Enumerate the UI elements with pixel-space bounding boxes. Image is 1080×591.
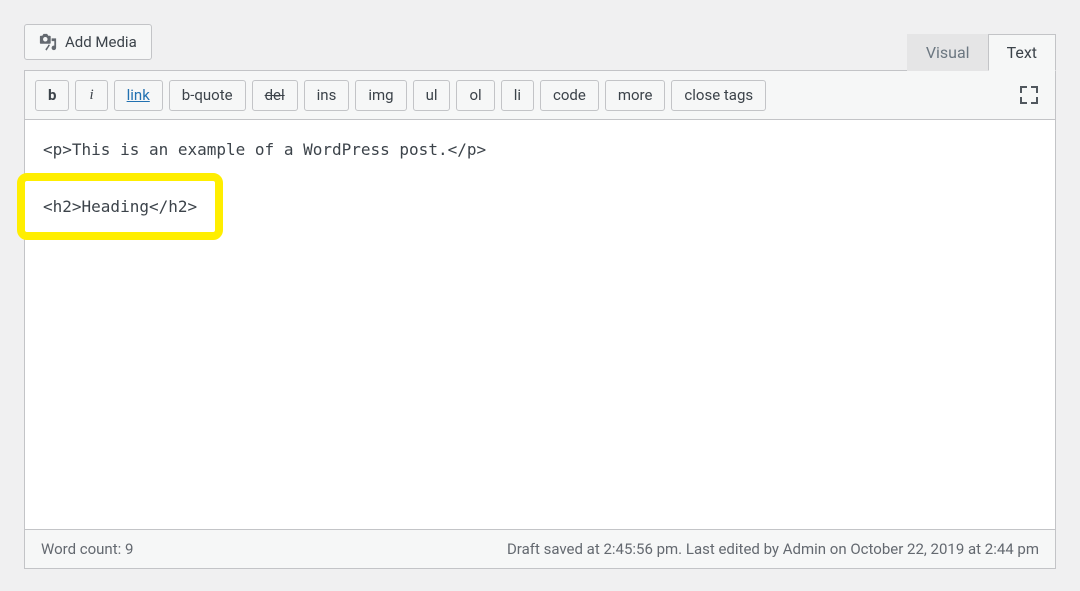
save-status-label: Draft saved at 2:45:56 pm. Last edited b…: [507, 540, 1039, 558]
qt-ol-button[interactable]: ol: [456, 80, 494, 111]
quicktags-toolbar: b i link b-quote del ins img ul ol li co…: [24, 70, 1056, 120]
editor-container: Add Media Visual Text b i link b-quote d…: [0, 0, 1080, 583]
qt-ins-button[interactable]: ins: [304, 80, 350, 111]
add-media-label: Add Media: [65, 33, 137, 51]
qt-img-button[interactable]: img: [355, 80, 406, 111]
qt-del-button[interactable]: del: [252, 80, 298, 111]
qt-code-button[interactable]: code: [540, 80, 599, 111]
content-line-1: <p>This is an example of a WordPress pos…: [43, 136, 1037, 163]
qt-bold-button[interactable]: b: [35, 80, 69, 111]
text-editor-area[interactable]: <p>This is an example of a WordPress pos…: [24, 120, 1056, 530]
fullscreen-icon[interactable]: [1013, 79, 1045, 111]
qt-link-button[interactable]: link: [114, 80, 163, 111]
qt-ul-button[interactable]: ul: [413, 80, 451, 111]
tab-text[interactable]: Text: [988, 34, 1056, 71]
content-line-2: <h2>Heading</h2>: [43, 197, 197, 216]
editor-tabs: Visual Text: [907, 33, 1056, 70]
editor-top-row: Add Media Visual Text: [24, 24, 1056, 70]
qt-more-button[interactable]: more: [605, 80, 666, 111]
editor-status-bar: Word count: 9 Draft saved at 2:45:56 pm.…: [24, 529, 1056, 569]
add-media-button[interactable]: Add Media: [24, 24, 152, 60]
tab-visual[interactable]: Visual: [907, 34, 989, 71]
qt-italic-button[interactable]: i: [75, 80, 107, 111]
qt-bquote-button[interactable]: b-quote: [169, 80, 246, 111]
highlight-annotation: <h2>Heading</h2>: [17, 173, 223, 240]
media-icon: [39, 33, 57, 51]
word-count-label: Word count: 9: [41, 540, 133, 558]
qt-li-button[interactable]: li: [501, 80, 534, 111]
qt-close-tags-button[interactable]: close tags: [671, 80, 766, 111]
